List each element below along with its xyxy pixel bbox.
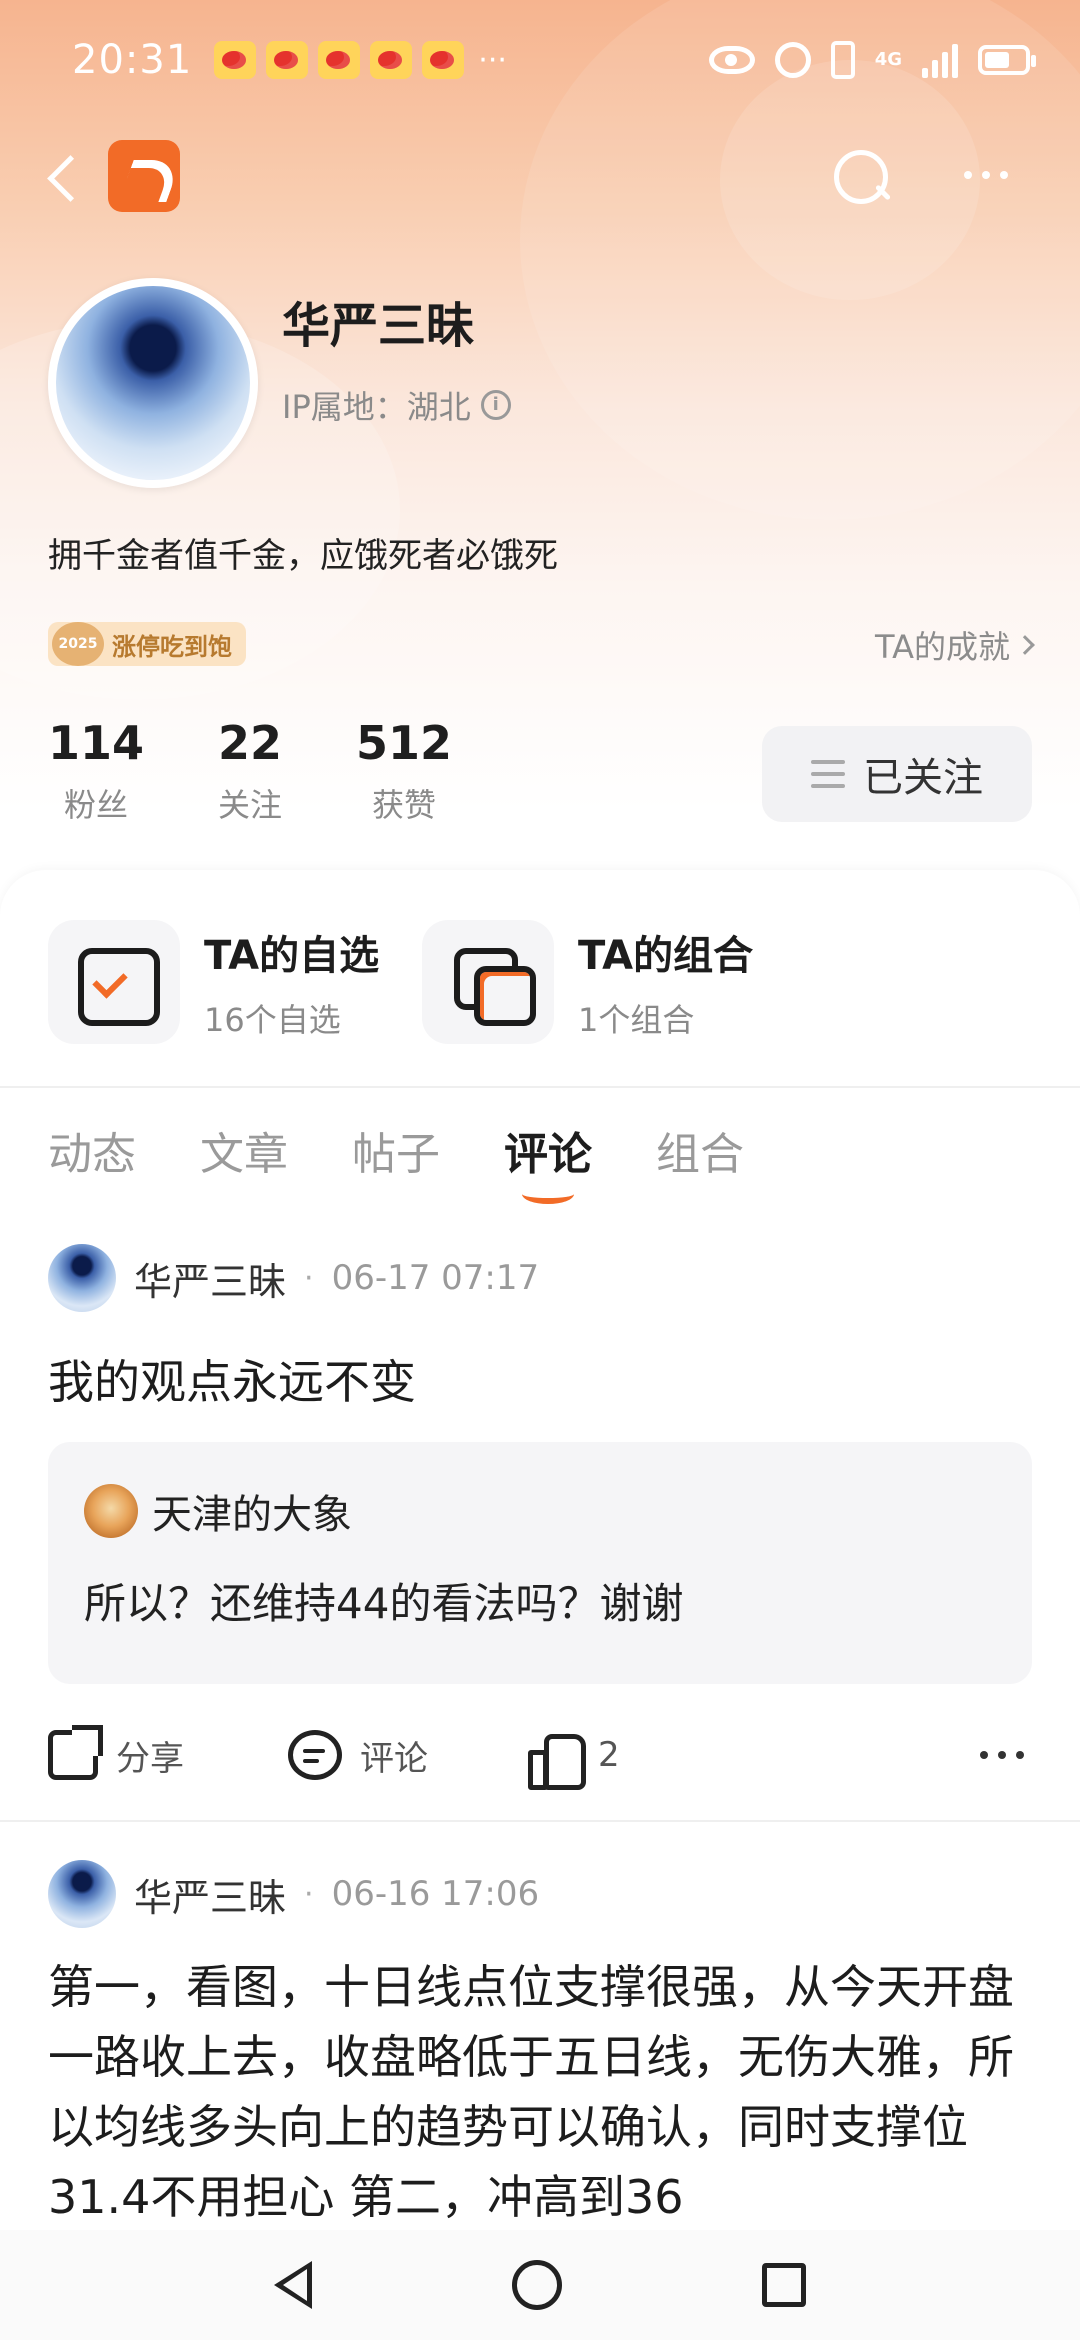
separator-dot: ·	[304, 1260, 314, 1296]
like-count: 2	[598, 1735, 620, 1775]
share-button[interactable]: 分享	[48, 1725, 288, 1780]
thumbs-up-icon	[528, 1730, 586, 1790]
status-time: 20:31	[72, 37, 193, 83]
watchlist-title: TA的自选	[204, 933, 380, 979]
quoted-comment[interactable]: 天津的大象 所以？还维持44的看法吗？谢谢	[48, 1442, 1032, 1684]
stat-label: 粉丝	[64, 786, 129, 824]
ip-location-label: IP属地：湖北	[282, 388, 471, 426]
network-type: 4G	[874, 49, 902, 70]
followed-button-label: 已关注	[863, 755, 983, 801]
stat-fans[interactable]: 114 粉丝	[48, 716, 144, 826]
menu-icon	[811, 760, 845, 788]
achievement-link-label: TA的成就	[875, 628, 1010, 666]
stat-value: 114	[48, 716, 145, 770]
status-more-notifications: ···	[478, 42, 507, 78]
post-body[interactable]: 第一，看图，十日线点位支撑很强，从今天开盘一路收上去，收盘略低于五日线，无伤大雅…	[48, 1952, 1032, 2230]
badge-seal-icon: 2025	[52, 622, 104, 666]
status-bar: 20:31 ··· 4G	[0, 30, 1080, 90]
watchlist-count: 16个自选	[204, 1001, 341, 1039]
followed-button[interactable]: 已关注	[762, 726, 1032, 822]
vibrate-icon	[830, 41, 855, 79]
post-actions: 分享 评论 2	[48, 1720, 1032, 1790]
profile-stats: 114 粉丝 22 关注 512 获赞	[48, 716, 452, 826]
watchlist-entry[interactable]: TA的自选 16个自选	[48, 920, 379, 1044]
separator-dot: ·	[304, 1876, 314, 1912]
like-button[interactable]: 2	[528, 1730, 620, 1790]
post-header: 华严三昧 · 06-16 17:06	[48, 1860, 539, 1928]
quoted-header: 天津的大象	[84, 1482, 352, 1540]
portfolio-icon	[422, 920, 554, 1044]
tab-dynamics[interactable]: 动态	[48, 1118, 136, 1182]
stat-likes[interactable]: 512 获赞	[356, 716, 452, 826]
signal-icon	[922, 42, 958, 78]
more-dots-icon[interactable]	[980, 1751, 1032, 1759]
nav-back-icon[interactable]	[274, 2261, 312, 2309]
weibo-icon	[214, 41, 257, 79]
profile-avatar[interactable]	[48, 278, 258, 488]
alarm-icon	[774, 42, 811, 78]
profile-bio: 拥千金者值千金，应饿死者必饿死	[48, 536, 558, 576]
stat-following[interactable]: 22 关注	[218, 716, 282, 826]
back-arrow-icon[interactable]	[40, 148, 90, 204]
post-time: 06-17 07:17	[331, 1258, 540, 1298]
stat-label: 关注	[218, 786, 283, 824]
post-body[interactable]: 我的观点永远不变	[48, 1346, 416, 1412]
avatar[interactable]	[84, 1484, 138, 1538]
watchlist-icon	[48, 920, 180, 1044]
achievement-link[interactable]: TA的成就	[875, 622, 1035, 668]
avatar[interactable]	[48, 1244, 116, 1312]
stat-value: 512	[356, 716, 453, 770]
badge-text: 涨停吃到饱	[112, 632, 232, 661]
divider	[0, 1086, 1080, 1088]
tab-articles[interactable]: 文章	[200, 1118, 288, 1182]
search-icon[interactable]	[830, 146, 892, 208]
notification-icons	[214, 41, 465, 79]
share-label: 分享	[116, 1738, 184, 1779]
portfolio-title: TA的组合	[578, 933, 754, 979]
top-nav-bar	[0, 130, 1080, 220]
post-author[interactable]: 华严三昧	[134, 1867, 286, 1922]
share-icon	[48, 1725, 103, 1780]
content-tabs: 动态 文章 帖子 评论 组合	[48, 1118, 744, 1204]
weibo-icon	[266, 41, 309, 79]
divider	[0, 1820, 1080, 1822]
stat-label: 获赞	[372, 786, 437, 824]
battery-icon	[978, 45, 1036, 75]
more-dots-icon[interactable]	[964, 160, 1028, 190]
quoted-author[interactable]: 天津的大象	[152, 1482, 352, 1540]
stat-value: 22	[218, 716, 283, 770]
tab-posts[interactable]: 帖子	[352, 1118, 440, 1182]
post-author[interactable]: 华严三昧	[134, 1251, 286, 1306]
badge-row: 2025 涨停吃到饱	[48, 622, 246, 666]
quoted-text: 所以？还维持44的看法吗？谢谢	[84, 1579, 684, 1628]
weibo-icon	[370, 41, 413, 79]
chevron-right-icon	[1015, 635, 1035, 655]
system-navigation-bar	[0, 2230, 1080, 2340]
post-time: 06-16 17:06	[331, 1874, 540, 1914]
nav-home-icon[interactable]	[512, 2260, 562, 2310]
info-icon[interactable]: i	[480, 390, 511, 420]
nav-recent-apps-icon[interactable]	[762, 2263, 806, 2307]
eye-icon	[708, 46, 755, 74]
comment-button[interactable]: 评论	[288, 1730, 528, 1780]
weibo-icon	[422, 41, 465, 79]
app-logo-icon[interactable]	[108, 140, 180, 212]
tab-portfolios[interactable]: 组合	[656, 1118, 744, 1182]
portfolio-entry[interactable]: TA的组合 1个组合	[422, 920, 753, 1044]
portfolio-count: 1个组合	[578, 1001, 695, 1039]
achievement-badge[interactable]: 2025 涨停吃到饱	[48, 622, 246, 666]
post-header: 华严三昧 · 06-17 07:17	[48, 1244, 539, 1312]
comment-icon	[288, 1730, 342, 1780]
profile-name: 华严三昧	[282, 298, 475, 354]
ip-location: IP属地：湖北 i	[282, 382, 511, 428]
status-right: 4G	[708, 41, 1036, 79]
tab-comments[interactable]: 评论	[504, 1118, 592, 1204]
comment-label: 评论	[360, 1738, 428, 1779]
avatar[interactable]	[48, 1860, 116, 1928]
weibo-icon	[318, 41, 361, 79]
